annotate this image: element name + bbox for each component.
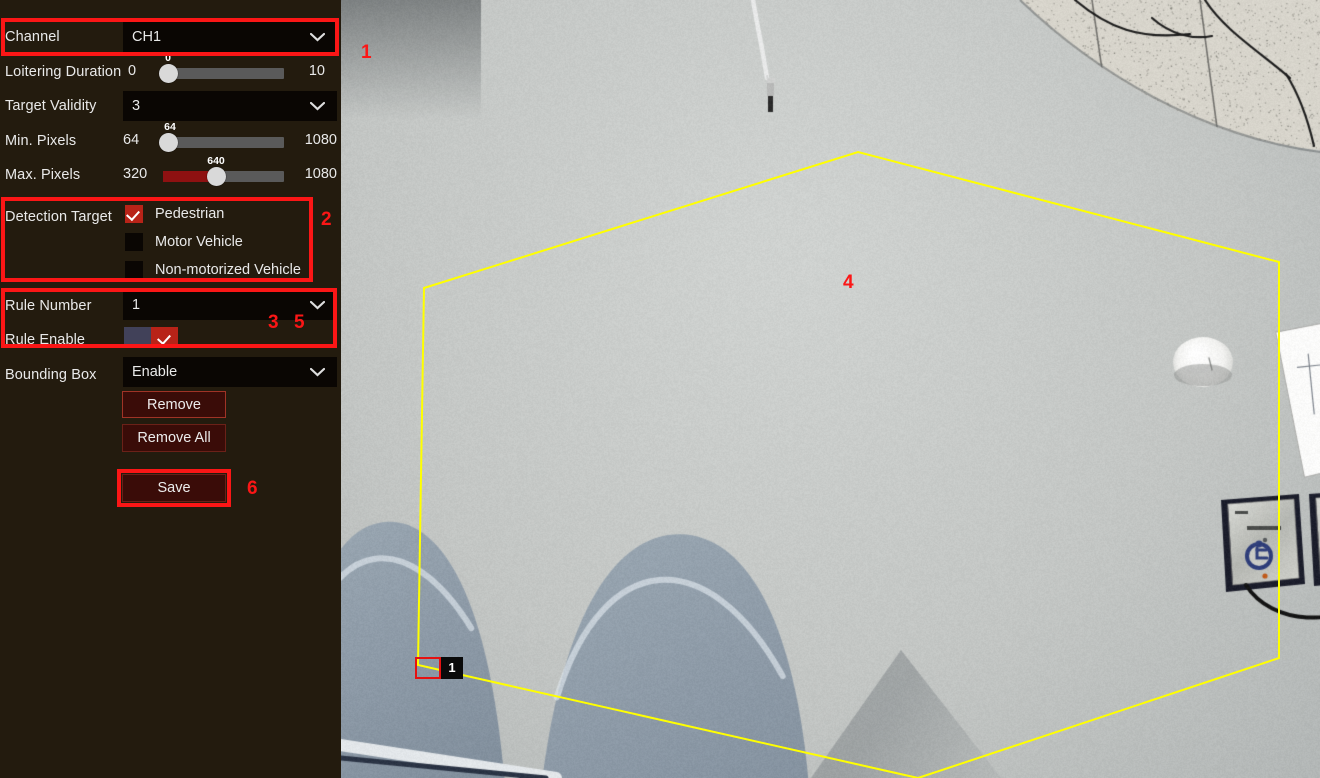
detection-target-pedestrian[interactable]: Pedestrian	[125, 205, 224, 223]
detection-target-motor-vehicle[interactable]: Motor Vehicle	[125, 233, 243, 251]
camera-preview[interactable]: 1 1 4	[341, 0, 1320, 778]
checkbox-pedestrian[interactable]	[125, 205, 143, 223]
pedestrian-label: Pedestrian	[155, 206, 224, 222]
zone-vertex-label-1: 1	[441, 657, 463, 679]
target-validity-value: 3	[123, 98, 140, 114]
loitering-duration-label: Loitering Duration	[0, 64, 121, 80]
loitering-duration-knob[interactable]: 0	[159, 64, 178, 83]
config-panel: Channel CH1 Loitering Duration 0 0 10 Ta…	[0, 0, 341, 778]
max-pixels-fill	[163, 171, 211, 182]
bounding-box-label: Bounding Box	[0, 367, 97, 383]
min-pixels-slider[interactable]: 64 64 1080	[123, 124, 337, 158]
chevron-down-icon	[310, 102, 325, 111]
target-validity-label: Target Validity	[0, 98, 97, 114]
annotation-number-4: 4	[843, 272, 854, 294]
target-validity-select[interactable]: 3	[123, 91, 337, 121]
checkbox-motor-vehicle[interactable]	[125, 233, 143, 251]
min-pixels-value: 64	[164, 121, 176, 133]
annotation-number-6: 6	[247, 478, 258, 500]
min-pixels-knob[interactable]: 64	[159, 133, 178, 152]
detection-target-non-motorized-vehicle[interactable]: Non-motorized Vehicle	[125, 261, 301, 279]
loitering-duration-max: 10	[309, 63, 325, 79]
remove-all-button[interactable]: Remove All	[122, 424, 226, 452]
chevron-down-icon	[310, 368, 325, 377]
max-pixels-value: 640	[207, 155, 225, 167]
save-underline	[122, 503, 226, 505]
channel-label: Channel	[0, 29, 60, 45]
rule-number-label: Rule Number	[0, 298, 92, 314]
detection-zone-overlay	[341, 0, 1320, 778]
rule-number-select[interactable]: 1	[123, 290, 337, 320]
bounding-box-value: Enable	[123, 364, 177, 380]
loitering-duration-slider[interactable]: 0 0 10	[123, 55, 337, 89]
rule-number-value: 1	[123, 297, 140, 313]
loitering-duration-min: 0	[128, 63, 136, 79]
min-pixels-min: 64	[123, 132, 139, 148]
zone-vertex-handle-1[interactable]	[415, 657, 441, 679]
max-pixels-min: 320	[123, 166, 147, 182]
save-button[interactable]: Save	[122, 474, 226, 502]
loitering-duration-track[interactable]	[163, 68, 284, 79]
detection-zone-polygon[interactable]	[418, 152, 1279, 778]
chevron-down-icon	[310, 301, 325, 310]
rule-enable-toggle[interactable]	[124, 327, 178, 347]
toggle-on-half	[151, 327, 178, 347]
bounding-box-select[interactable]: Enable	[123, 357, 337, 387]
annotation-number-1: 1	[361, 42, 372, 64]
loitering-detection-config-screen: 1 1 4 Channel CH1 Loitering Duration 0 0	[0, 0, 1320, 778]
motor-vehicle-label: Motor Vehicle	[155, 234, 243, 250]
max-pixels-max: 1080	[305, 166, 337, 182]
checkbox-non-motorized-vehicle[interactable]	[125, 261, 143, 279]
max-pixels-label: Max. Pixels	[0, 167, 80, 183]
channel-value: CH1	[123, 29, 161, 45]
loitering-duration-value: 0	[165, 52, 171, 64]
remove-button[interactable]: Remove	[122, 391, 226, 418]
channel-select[interactable]: CH1	[123, 22, 337, 52]
min-pixels-track[interactable]	[163, 137, 284, 148]
chevron-down-icon	[310, 33, 325, 42]
non-motorized-vehicle-label: Non-motorized Vehicle	[155, 262, 301, 278]
detection-target-label: Detection Target	[0, 209, 112, 225]
max-pixels-knob[interactable]: 640	[207, 167, 226, 186]
min-pixels-label: Min. Pixels	[0, 133, 76, 149]
min-pixels-max: 1080	[305, 132, 337, 148]
toggle-off-half	[124, 327, 151, 347]
max-pixels-slider[interactable]: 320 640 1080	[123, 158, 337, 192]
rule-enable-label: Rule Enable	[0, 332, 85, 348]
